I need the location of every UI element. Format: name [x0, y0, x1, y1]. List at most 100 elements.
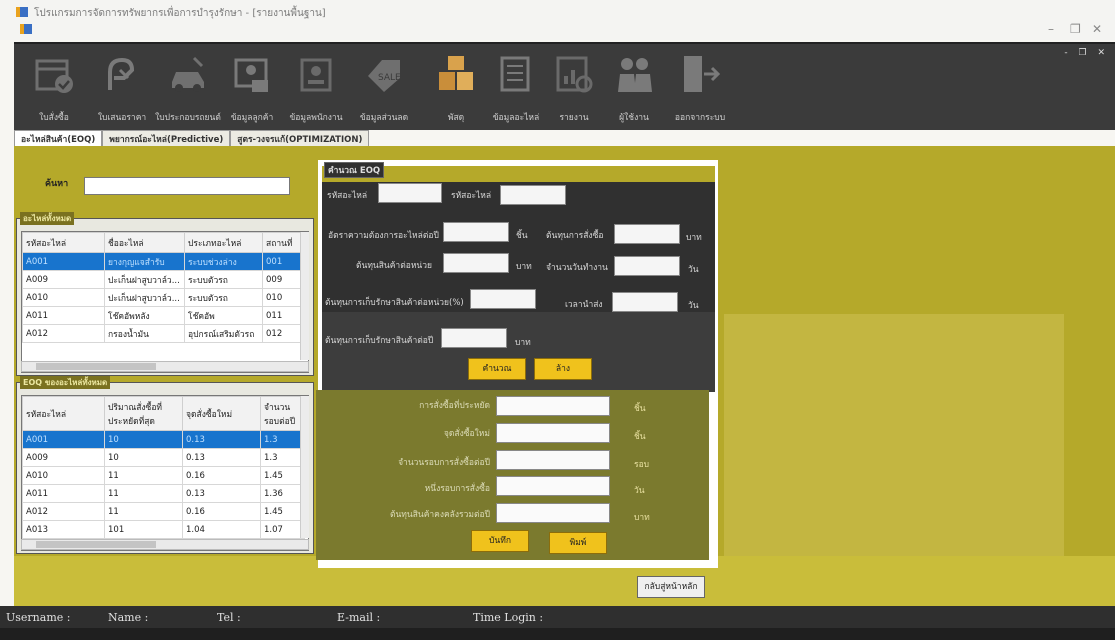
- calculate-button[interactable]: คำนวณ: [468, 358, 526, 380]
- clear-button[interactable]: ล้าง: [534, 358, 592, 380]
- table-row[interactable]: A011 11 0.13 1.36: [22, 484, 305, 503]
- scroll-thumb[interactable]: [36, 541, 156, 548]
- working-days-field[interactable]: [614, 256, 680, 276]
- table-cell: 009: [262, 270, 305, 289]
- parts-table: รหัสอะไหล่ ชื่ออะไหล่ ประเภทอะไหล่ สถานท…: [22, 232, 305, 343]
- eoq-result-field[interactable]: [496, 396, 610, 416]
- tab-eoq[interactable]: อะไหล่สินค้า(EOQ): [14, 130, 103, 146]
- print-button[interactable]: พิมพ์: [549, 532, 607, 554]
- restore-button[interactable]: ❐: [1070, 22, 1081, 36]
- table-cell: A012: [22, 324, 105, 343]
- app-icon: [16, 7, 28, 17]
- column-header[interactable]: สถานที่: [262, 232, 305, 253]
- order-cycle-unit: วัน: [634, 486, 645, 496]
- order-cost-unit: บาท: [686, 233, 702, 243]
- eoq-list-group-title: EOQ ของอะไหล่ทั้งหมด: [20, 376, 111, 389]
- part-name-field[interactable]: [500, 185, 566, 205]
- order-cycle-field[interactable]: [496, 476, 610, 496]
- toolbar-customers[interactable]: ข้อมูลลูกค้า: [220, 44, 284, 132]
- table-row[interactable]: A001 ยางกุญแจสำรับ ระบบช่วงล่าง 001: [22, 252, 305, 271]
- close-button[interactable]: ✕: [1092, 22, 1102, 36]
- main-toolbar: ใบสั่งซื้อ ใบเสนอราคา ใบประกอบรถยนต์ ข้อ…: [14, 42, 1115, 130]
- column-header[interactable]: จุดสั่งซื้อใหม่: [182, 396, 261, 431]
- tab-optimization[interactable]: สูตร-วงจรแก้(OPTIMIZATION): [230, 130, 370, 146]
- toolbar-employees[interactable]: ข้อมูลพนักงาน: [284, 44, 348, 132]
- table-cell: กรองน้ำมัน: [104, 324, 185, 343]
- column-header[interactable]: ปริมาณสั่งซื้อที่ประหยัดที่สุด: [104, 396, 183, 431]
- order-cost-field[interactable]: [614, 224, 680, 244]
- toolbar-purchase-order[interactable]: ใบสั่งซื้อ: [22, 44, 86, 132]
- lead-time-field[interactable]: [612, 292, 678, 312]
- table-cell: 0.16: [182, 502, 261, 521]
- table-cell: A009: [22, 270, 105, 289]
- column-header[interactable]: ประเภทอะไหล่: [184, 232, 263, 253]
- reorder-point-field[interactable]: [496, 423, 610, 443]
- table-cell: A012: [22, 502, 105, 521]
- unit-cost-unit: บาท: [516, 262, 532, 272]
- parts-grid[interactable]: รหัสอะไหล่ ชื่ออะไหล่ ประเภทอะไหล่ สถานท…: [21, 231, 309, 373]
- table-cell: 11: [104, 484, 183, 503]
- table-header-row: รหัสอะไหล่ ปริมาณสั่งซื้อที่ประหยัดที่สุ…: [22, 396, 305, 431]
- toolbar-logout[interactable]: ออกจากระบบ: [668, 44, 732, 132]
- toolbar-car-repair[interactable]: ใบประกอบรถยนต์: [155, 44, 221, 132]
- save-button[interactable]: บันทึก: [471, 530, 529, 552]
- search-input[interactable]: [84, 177, 290, 195]
- table-row[interactable]: A001 10 0.13 1.3: [22, 430, 305, 449]
- table-cell: A001: [22, 430, 105, 449]
- email-label: E-mail :: [337, 611, 381, 624]
- table-cell: 11: [104, 466, 183, 485]
- search-label: ค้นหา: [45, 179, 69, 189]
- table-row[interactable]: A009 10 0.13 1.3: [22, 448, 305, 467]
- table-row[interactable]: A012 กรองน้ำมัน อุปกรณ์เสริมตัวรถ 012: [22, 324, 305, 343]
- total-cost-unit: บาท: [634, 513, 650, 523]
- toolbar-users[interactable]: ผู้ใช้งาน: [602, 44, 666, 132]
- holding-cost-field[interactable]: [441, 328, 507, 348]
- table-row[interactable]: A009 ปะเก็นฝาสูบวาล์ว... ระบบตัวรถ 009: [22, 270, 305, 289]
- horizontal-scrollbar[interactable]: [21, 539, 309, 550]
- table-cell: A009: [22, 448, 105, 467]
- toolbar-label: ผู้ใช้งาน: [619, 113, 649, 123]
- column-header[interactable]: รหัสอะไหล่: [22, 232, 105, 253]
- vertical-scrollbar[interactable]: [300, 232, 309, 360]
- column-header[interactable]: จำนวนรอบต่อปี: [260, 396, 305, 431]
- time-login-label: Time Login :: [473, 611, 544, 624]
- table-row[interactable]: A013 101 1.04 1.07: [22, 520, 305, 539]
- table-cell: 10: [104, 448, 183, 467]
- annual-demand-field[interactable]: [443, 222, 509, 242]
- eoq-table: รหัสอะไหล่ ปริมาณสั่งซื้อที่ประหยัดที่สุ…: [22, 396, 305, 539]
- part-code-field[interactable]: [378, 183, 442, 203]
- window-title: โปรแกรมการจัดการทรัพยากรเพื่อการบำรุงรัก…: [34, 8, 326, 19]
- minimize-button[interactable]: –: [1048, 22, 1054, 36]
- parts-group-title: อะไหล่ทั้งหมด: [20, 212, 75, 225]
- horizontal-scrollbar[interactable]: [21, 361, 309, 372]
- table-cell: อุปกรณ์เสริมตัวรถ: [184, 324, 263, 343]
- toolbar-discounts[interactable]: SALE ข้อมูลส่วนลด: [352, 44, 416, 132]
- eoq-grid[interactable]: รหัสอะไหล่ ปริมาณสั่งซื้อที่ประหยัดที่สุ…: [21, 395, 309, 551]
- toolbar-label: ข้อมูลพนักงาน: [289, 113, 343, 123]
- column-header[interactable]: รหัสอะไหล่: [22, 396, 105, 431]
- toolbar-quotation[interactable]: ใบเสนอราคา: [90, 44, 154, 132]
- tab-predictive[interactable]: พยากรณ์อะไหล่(Predictive): [102, 130, 231, 146]
- table-row[interactable]: A010 11 0.16 1.45: [22, 466, 305, 485]
- order-cycle-label: หนึ่งรอบการสั่งซื้อ: [424, 484, 490, 494]
- column-header[interactable]: ชื่ออะไหล่: [104, 232, 185, 253]
- table-header-row: รหัสอะไหล่ ชื่ออะไหล่ ประเภทอะไหล่ สถานท…: [22, 232, 305, 253]
- table-row[interactable]: A012 11 0.16 1.45: [22, 502, 305, 521]
- mdi-window-controls[interactable]: - ❐ ✕: [1064, 48, 1109, 58]
- total-cost-field[interactable]: [496, 503, 610, 523]
- table-cell: ระบบตัวรถ: [184, 270, 263, 289]
- vertical-scrollbar[interactable]: [300, 396, 309, 538]
- table-row[interactable]: A011 โช๊คอัพหลัง โช๊คอัพ 011: [22, 306, 305, 325]
- report-chart-icon: [556, 56, 593, 93]
- back-to-main-button[interactable]: กลับสู่หน้าหลัก: [637, 576, 705, 598]
- table-cell: 012: [262, 324, 305, 343]
- part-code-label: รหัสอะไหล่: [327, 191, 368, 201]
- reorder-point-label: จุดสั่งซื้อใหม่: [443, 429, 490, 439]
- holding-rate-field[interactable]: [470, 289, 536, 309]
- table-row[interactable]: A010 ปะเก็นฝาสูบวาล์ว... ระบบตัวรถ 010: [22, 288, 305, 307]
- working-days-label: จำนวนวันทำงาน: [546, 263, 608, 273]
- scroll-thumb[interactable]: [36, 363, 156, 370]
- unit-cost-field[interactable]: [443, 253, 509, 273]
- orders-per-year-field[interactable]: [496, 450, 610, 470]
- eoq-input-panel-lower: [322, 312, 715, 392]
